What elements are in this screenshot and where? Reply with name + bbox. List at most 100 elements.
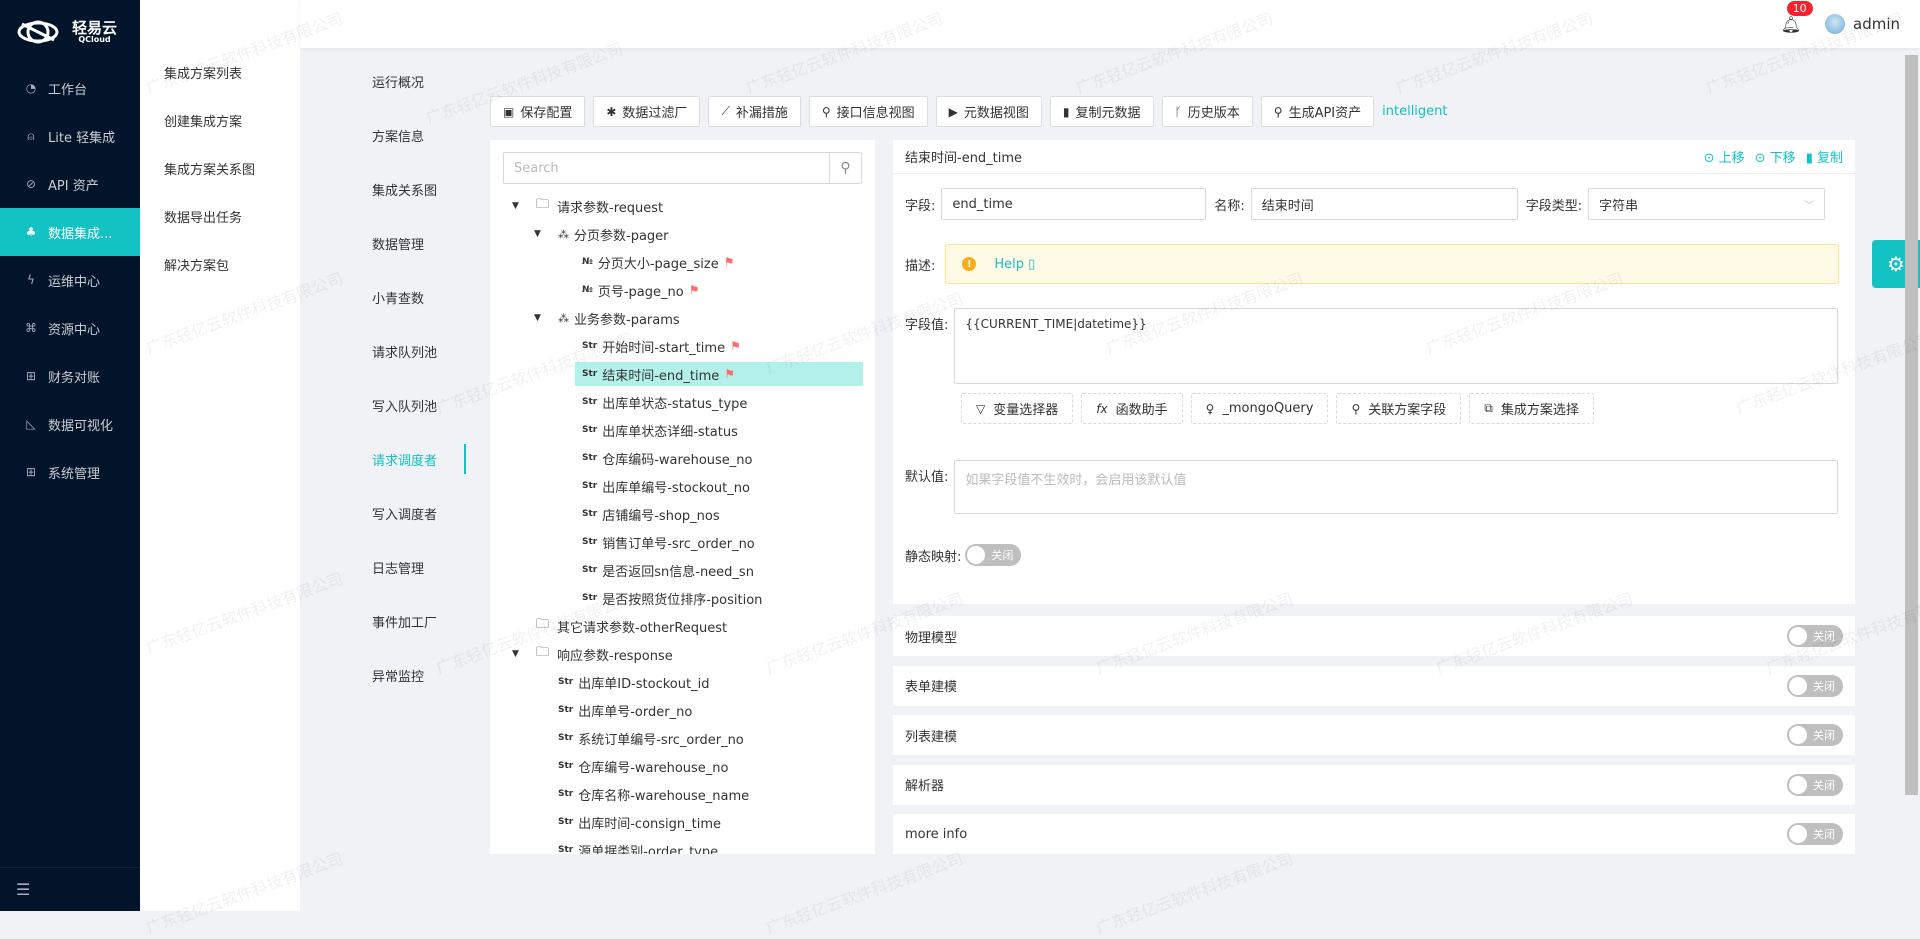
- tree-node[interactable]: Str结束时间-end_time⚑: [490, 360, 875, 388]
- sidebar-item-4[interactable]: ϟ运维中心: [0, 256, 140, 304]
- tab-0[interactable]: 运行概况: [300, 54, 470, 108]
- helper-button-0[interactable]: ▽变量选择器: [961, 393, 1073, 424]
- section-switch[interactable]: 关闭: [1787, 625, 1843, 647]
- sidebar-item-6[interactable]: ⊞财务对账: [0, 352, 140, 400]
- field-type-select[interactable]: 字符串﹀: [1588, 188, 1825, 220]
- move-down-button[interactable]: ⊙ 下移: [1755, 147, 1796, 166]
- toolbar-button-1[interactable]: ✱数据过滤厂: [593, 96, 700, 127]
- helper-button-2[interactable]: ♀_mongoQuery: [1191, 393, 1329, 424]
- tree-node[interactable]: №分页大小-page_size⚑: [490, 248, 875, 276]
- helper-button-3[interactable]: ⚲关联方案字段: [1336, 393, 1461, 424]
- notification-button[interactable]: 🔔︎ 10: [1781, 15, 1801, 34]
- intelligent-link[interactable]: intelligent: [1382, 104, 1447, 119]
- tree-node[interactable]: №页号-page_no⚑: [490, 276, 875, 304]
- toolbar-button-5[interactable]: ▮复制元数据: [1050, 96, 1154, 127]
- tree-node[interactable]: Str出库单号-order_no: [490, 696, 875, 724]
- avatar[interactable]: [1825, 14, 1845, 34]
- tab-8[interactable]: 写入调度者: [300, 486, 470, 540]
- tree-node[interactable]: ▼⁂业务参数-params: [490, 304, 875, 332]
- toolbar-button-6[interactable]: ᚴ历史版本: [1162, 96, 1253, 127]
- tree-node[interactable]: Str出库单ID-stockout_id: [490, 668, 875, 696]
- tree-node[interactable]: Str出库时间-consign_time: [490, 808, 875, 836]
- toolbar-button-0[interactable]: ▣保存配置: [490, 96, 585, 127]
- sidebar-item-8[interactable]: ⊞系统管理: [0, 448, 140, 496]
- toolbar-button-7[interactable]: ⚲生成API资产: [1261, 96, 1374, 127]
- submenu-item-3[interactable]: 数据导出任务: [140, 192, 300, 240]
- toolbar-button-4[interactable]: ▶元数据视图: [936, 96, 1042, 127]
- sidebar-item-2[interactable]: ⊘API 资产: [0, 160, 140, 208]
- submenu-item-4[interactable]: 解决方案包: [140, 240, 300, 288]
- username[interactable]: admin: [1853, 15, 1900, 33]
- bell-icon: 🔔︎: [1781, 15, 1801, 34]
- tree-node[interactable]: Str仓库名称-warehouse_name: [490, 780, 875, 808]
- submenu-item-0[interactable]: 集成方案列表: [140, 48, 300, 96]
- collapse-section-3[interactable]: 解析器关闭: [893, 765, 1855, 805]
- collapse-section-1[interactable]: 表单建模关闭: [893, 666, 1855, 706]
- tab-5[interactable]: 请求队列池: [300, 324, 470, 378]
- submenu-item-2[interactable]: 集成方案关系图: [140, 144, 300, 192]
- sidebar-item-3[interactable]: ♣数据集成...: [0, 208, 140, 256]
- logo[interactable]: 轻易云 QCloud: [0, 0, 140, 64]
- toolbar-button-3[interactable]: ⚲接口信息视图: [809, 96, 928, 127]
- tab-11[interactable]: 异常监控: [300, 648, 470, 702]
- default-value-textarea[interactable]: 如果字段值不生效时，会启用该默认值: [954, 460, 1838, 514]
- tree-node[interactable]: Str出库单状态详细-status: [490, 416, 875, 444]
- tree-node[interactable]: Str开始时间-start_time⚑: [490, 332, 875, 360]
- field-input[interactable]: end_time: [941, 188, 1206, 220]
- tree-node[interactable]: ▼🗀︎请求参数-request: [490, 192, 875, 220]
- tree-node[interactable]: Str是否返回sn信息-need_sn: [490, 556, 875, 584]
- helper-button-1[interactable]: fx函数助手: [1081, 393, 1182, 424]
- tab-7[interactable]: 请求调度者: [300, 432, 470, 486]
- tab-3[interactable]: 数据管理: [300, 216, 470, 270]
- caret-down-icon[interactable]: ▼: [512, 201, 519, 211]
- caret-down-icon[interactable]: ▼: [512, 649, 519, 659]
- section-switch[interactable]: 关闭: [1787, 823, 1843, 845]
- tab-1[interactable]: 方案信息: [300, 108, 470, 162]
- tab-9[interactable]: 日志管理: [300, 540, 470, 594]
- collapse-section-4[interactable]: more info关闭: [893, 814, 1855, 854]
- sidebar-item-1[interactable]: ⍝Lite 轻集成: [0, 112, 140, 160]
- tree-node[interactable]: 🗀︎其它请求参数-otherRequest: [490, 612, 875, 640]
- caret-down-icon[interactable]: ▼: [534, 229, 541, 239]
- collapse-section-0[interactable]: 物理模型关闭: [893, 616, 1855, 656]
- sidebar-item-5[interactable]: ⌘资源中心: [0, 304, 140, 352]
- tree-node[interactable]: Str系统订单编号-src_order_no: [490, 724, 875, 752]
- tab-6[interactable]: 写入队列池: [300, 378, 470, 432]
- tree-node[interactable]: Str出库单编号-stockout_no: [490, 472, 875, 500]
- section-switch[interactable]: 关闭: [1787, 675, 1843, 697]
- helper-button-4[interactable]: ⧉集成方案选择: [1469, 393, 1594, 424]
- tree-node[interactable]: Str店铺编号-shop_nos: [490, 500, 875, 528]
- section-switch[interactable]: 关闭: [1787, 724, 1843, 746]
- help-link[interactable]: Help ▯: [994, 257, 1035, 272]
- move-up-button[interactable]: ⊙ 上移: [1704, 147, 1745, 166]
- copy-button[interactable]: ▮ 复制: [1806, 147, 1843, 166]
- tree-node[interactable]: Str仓库编号-warehouse_no: [490, 752, 875, 780]
- tree-node[interactable]: ▼🗀︎响应参数-response: [490, 640, 875, 668]
- tree-node[interactable]: ▼⁂分页参数-pager: [490, 220, 875, 248]
- sidebar-item-7[interactable]: ◺数据可视化: [0, 400, 140, 448]
- field-value-textarea[interactable]: {{CURRENT_TIME|datetime}}: [954, 308, 1838, 384]
- static-mapping-switch[interactable]: 关闭: [965, 544, 1021, 566]
- tab-4[interactable]: 小青查数: [300, 270, 470, 324]
- tree-node[interactable]: Str源单据类别-order_type: [490, 836, 875, 854]
- tree-node[interactable]: Str销售订单号-src_order_no: [490, 528, 875, 556]
- collapse-sidebar-button[interactable]: ☰: [0, 867, 140, 911]
- tree-search-input[interactable]: [504, 153, 829, 183]
- tree-node[interactable]: Str仓库编码-warehouse_no: [490, 444, 875, 472]
- tab-2[interactable]: 集成关系图: [300, 162, 470, 216]
- caret-down-icon[interactable]: ▼: [534, 313, 541, 323]
- tab-10[interactable]: 事件加工厂: [300, 594, 470, 648]
- tree-node[interactable]: Str出库单状态-status_type: [490, 388, 875, 416]
- gear-icon: ⚙: [1887, 252, 1905, 276]
- submenu-item-1[interactable]: 创建集成方案: [140, 96, 300, 144]
- value-label: 字段值:: [905, 314, 948, 333]
- sidebar-item-0[interactable]: ◔工作台: [0, 64, 140, 112]
- field-tree-panel: ⚲ ▼🗀︎请求参数-request▼⁂分页参数-pager№分页大小-page_…: [490, 140, 875, 854]
- section-switch[interactable]: 关闭: [1787, 774, 1843, 796]
- collapse-section-2[interactable]: 列表建模关闭: [893, 715, 1855, 755]
- tree-node[interactable]: Str是否按照货位排序-position: [490, 584, 875, 612]
- page-scrollbar[interactable]: [1905, 55, 1918, 795]
- name-input[interactable]: 结束时间: [1251, 188, 1518, 220]
- toolbar-button-2[interactable]: ⟋补漏措施: [708, 96, 800, 127]
- search-button[interactable]: ⚲: [829, 153, 861, 183]
